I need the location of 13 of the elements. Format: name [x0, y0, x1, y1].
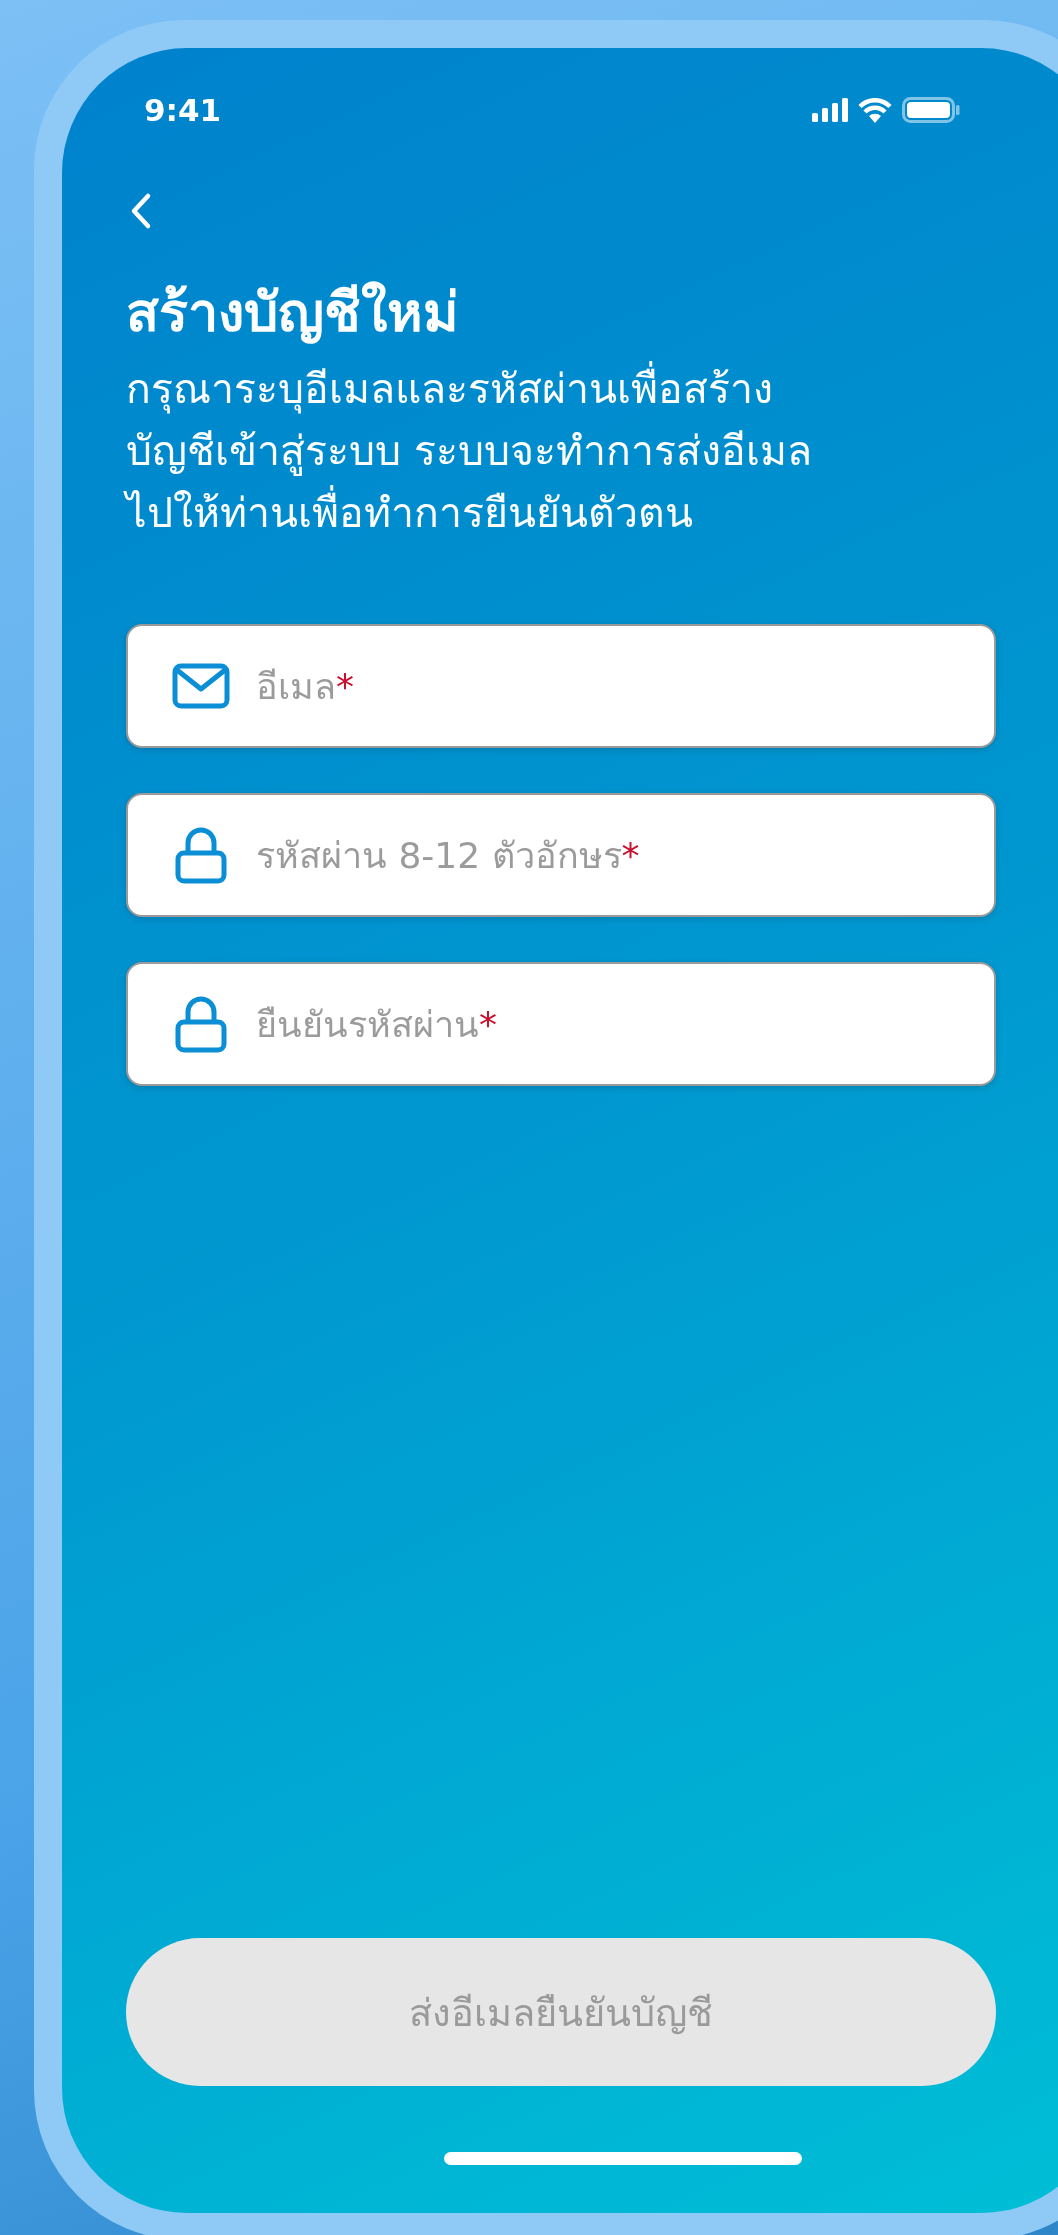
field-placeholder: ยืนยันรหัสผ่าน*: [256, 1002, 497, 1047]
back-chevron-icon: [130, 192, 152, 230]
status-time: 9:41: [144, 92, 222, 128]
signal-icon: [812, 98, 848, 122]
email-field[interactable]: อีเมล*: [126, 624, 996, 749]
wifi-icon: [858, 97, 892, 123]
field-placeholder: อีเมล*: [256, 664, 354, 709]
page-title: สร้างบัญชีใหม่: [126, 280, 460, 346]
envelope-icon: [172, 663, 230, 710]
password-field[interactable]: รหัสผ่าน 8-12 ตัวอักษร*: [126, 793, 996, 918]
battery-icon: [902, 97, 960, 123]
password-field[interactable]: ยืนยันรหัสผ่าน*: [126, 962, 996, 1087]
field-placeholder: รหัสผ่าน 8-12 ตัวอักษร*: [256, 833, 640, 878]
